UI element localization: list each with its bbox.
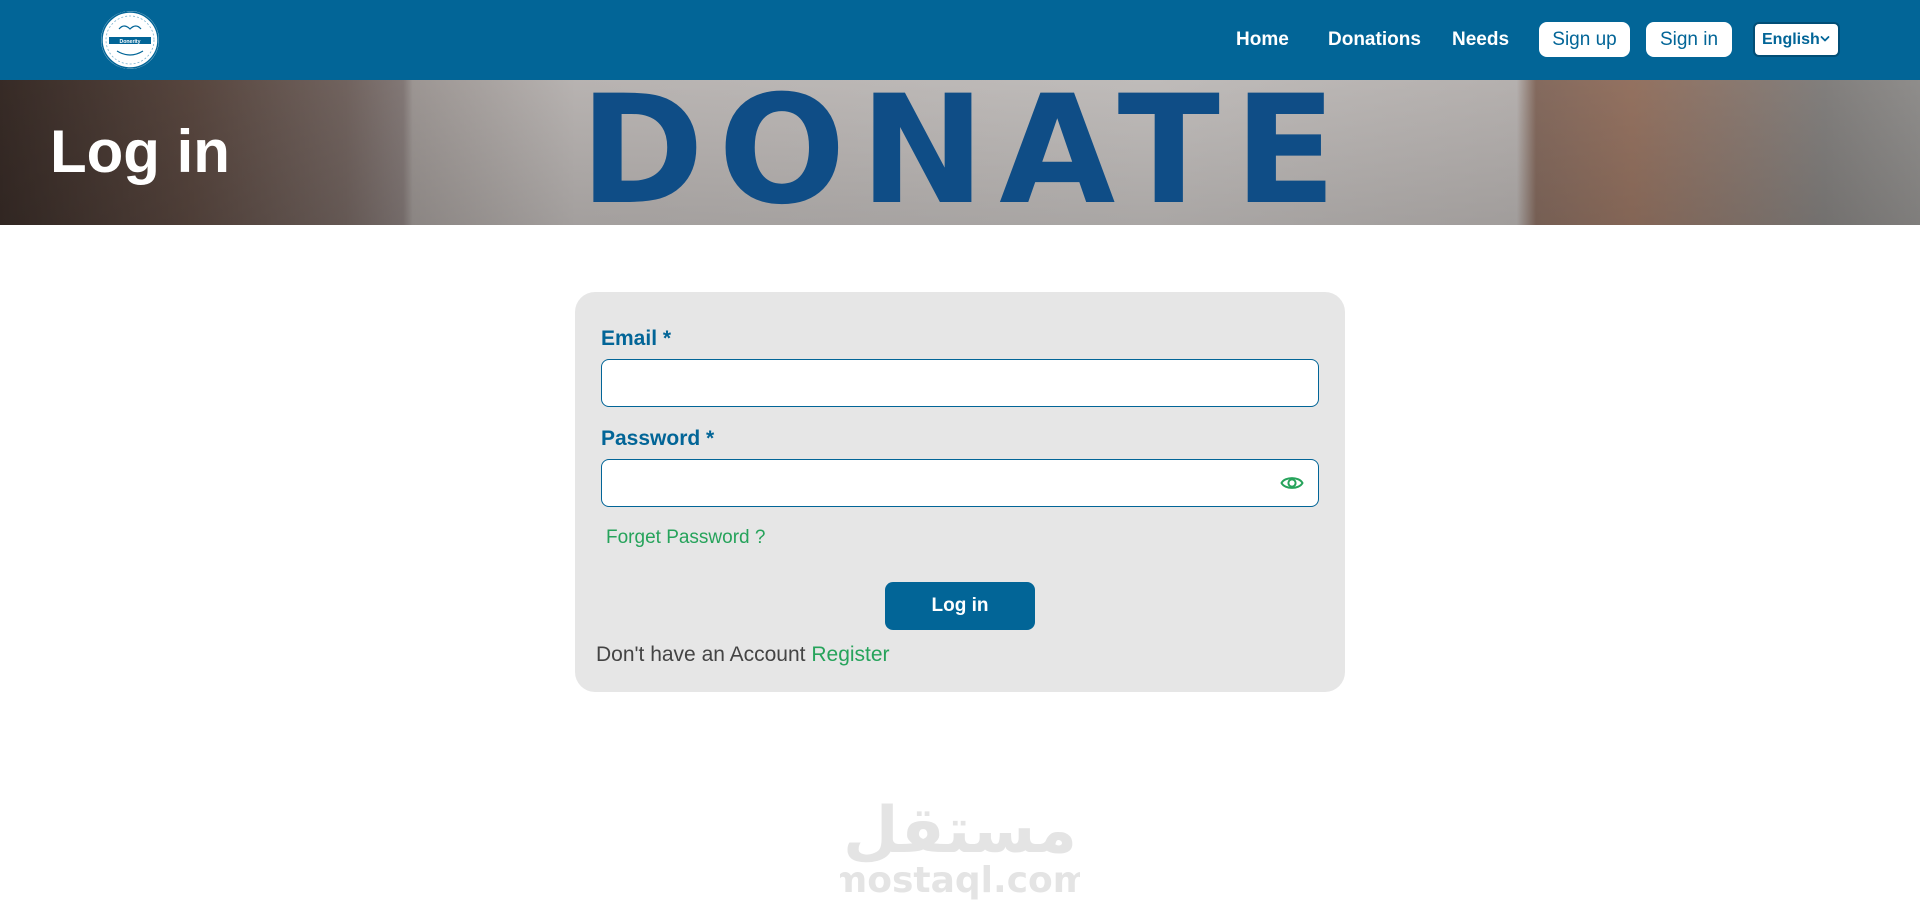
chevron-down-icon <box>1820 36 1830 42</box>
hero-banner: DONATE Log in <box>0 80 1920 225</box>
nav-home-link[interactable]: Home <box>1236 28 1289 52</box>
signup-button[interactable]: Sign up <box>1539 22 1630 57</box>
login-card: Email * Password * Forget Password ? Log… <box>575 292 1345 692</box>
language-selected-label: English <box>1762 30 1820 48</box>
mostaql-watermark: مستقل mostaql.com <box>840 794 1080 900</box>
register-link[interactable]: Register <box>811 643 889 666</box>
watermark-latin: mostaql.com <box>840 860 1080 900</box>
nav-needs-link[interactable]: Needs <box>1452 28 1509 52</box>
email-field[interactable] <box>601 359 1319 407</box>
logo-emblem-icon: Donerity <box>101 11 159 69</box>
signin-button[interactable]: Sign in <box>1646 22 1732 57</box>
watermark-arabic: مستقل <box>843 794 1077 868</box>
nav-donations-link[interactable]: Donations <box>1328 28 1421 52</box>
password-label: Password * <box>601 427 715 450</box>
login-button[interactable]: Log in <box>885 582 1035 630</box>
donerity-logo[interactable]: Donerity <box>101 11 159 69</box>
register-prompt: Don't have an Account Register <box>596 642 890 668</box>
brand-text: Donerity <box>119 39 140 45</box>
top-navbar: Donerity Home Donations Needs Sign up Si… <box>0 0 1920 80</box>
eye-icon[interactable] <box>1280 473 1304 493</box>
no-account-text: Don't have an Account <box>596 643 806 666</box>
donate-banner-image: DONATE <box>585 84 1345 214</box>
page-title: Log in <box>50 118 230 185</box>
forget-password-link[interactable]: Forget Password ? <box>606 526 765 550</box>
language-select[interactable]: English <box>1753 22 1840 57</box>
donate-word: DONATE <box>585 84 1345 214</box>
password-field[interactable] <box>601 459 1319 507</box>
email-label: Email * <box>601 327 672 350</box>
